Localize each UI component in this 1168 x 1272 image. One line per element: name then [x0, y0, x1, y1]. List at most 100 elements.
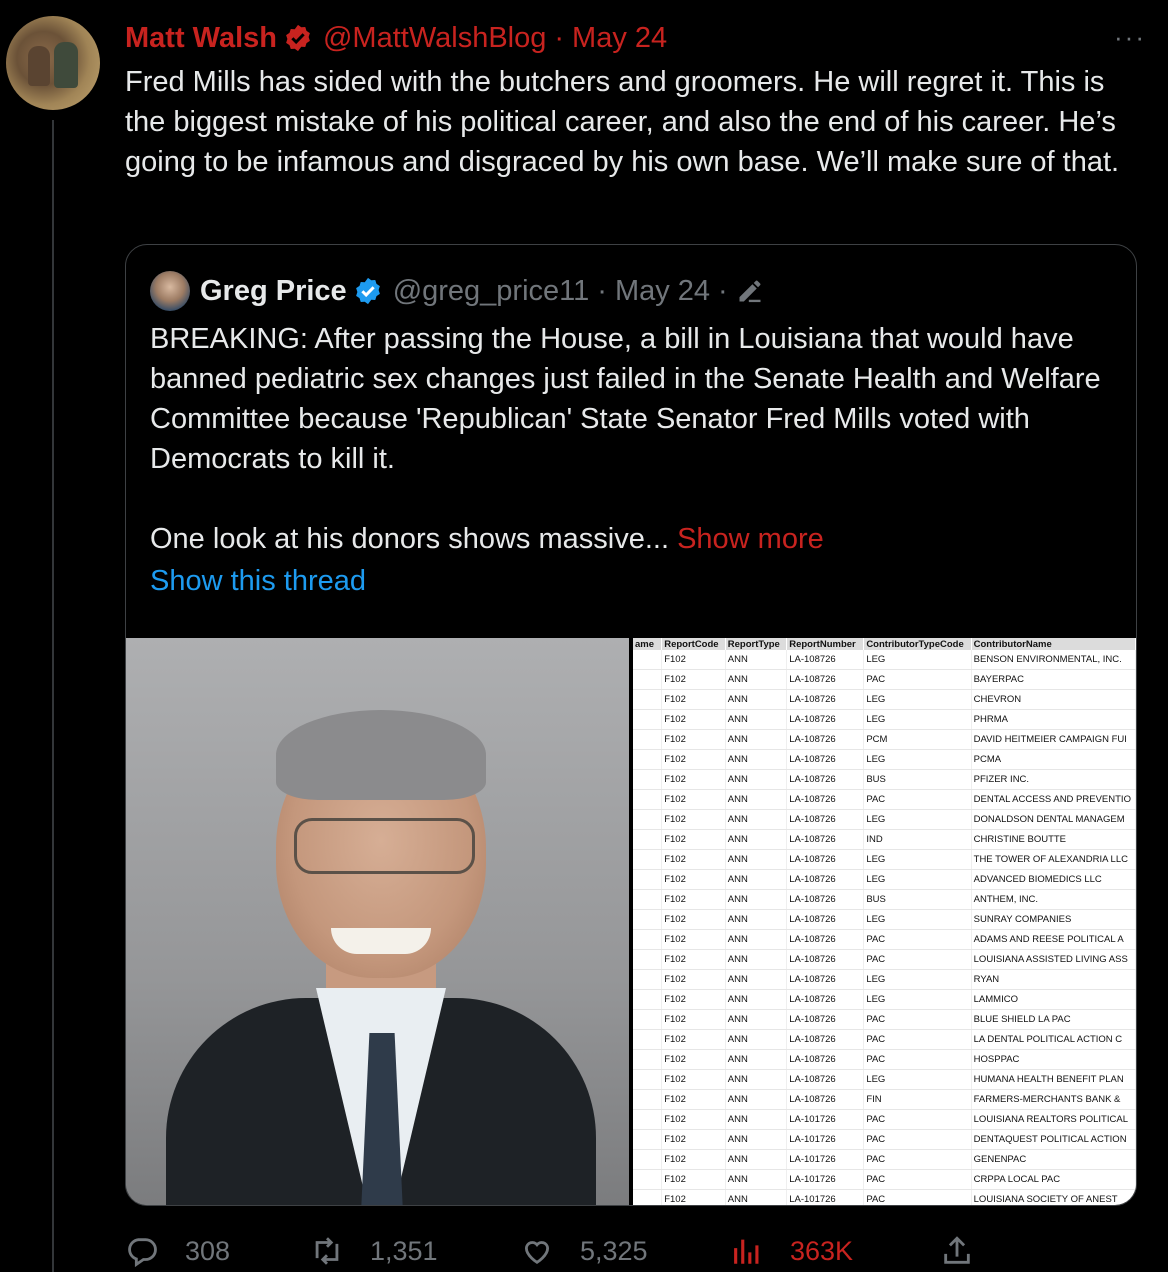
table-cell: PHRMA [971, 709, 1136, 730]
share-icon [944, 1236, 970, 1264]
table-row: F102 ANN LA-108726 PAC HOSPPAC [633, 1049, 1136, 1070]
table-row: F102 ANN LA-108726 LEG BENSON ENVIRONMENTAL,… [633, 650, 1136, 670]
table-row: F102 ANN LA-108726 PAC ADAMS AND REESE POLIT… [633, 929, 1136, 950]
reply-button[interactable]: 308 [125, 1230, 230, 1272]
table-cell [633, 989, 663, 1010]
donor-table: ame ReportCode ReportType ReportNumber Contr… [633, 638, 1136, 1205]
table-cell: IND [863, 829, 972, 850]
table-cell [633, 1169, 663, 1190]
table-cell: LA-108726 [786, 1029, 865, 1050]
table-row: F102 ANN LA-108726 LEG LAMMICO [633, 989, 1136, 1010]
table-cell: ANN [725, 749, 788, 770]
views-button[interactable]: 363K [730, 1230, 853, 1272]
table-cell [633, 1149, 663, 1170]
table-cell: ANTHEM, INC. [971, 889, 1136, 910]
table-cell: LA-108726 [786, 1069, 865, 1090]
table-cell: LEG [863, 989, 972, 1010]
table-row: F102 ANN LA-108726 LEG DONALDSON DENTAL MANA… [633, 809, 1136, 830]
author-handle[interactable]: @MattWalshBlog [323, 22, 546, 55]
table-cell: ANN [725, 889, 788, 910]
tweet-date[interactable]: May 24 [572, 22, 667, 55]
table-cell: CRPPA LOCAL PAC [971, 1169, 1136, 1190]
table-cell: F102 [661, 1189, 726, 1205]
table-row: F102 ANN LA-108726 PCM DAVID HEITMEIER CAMPA… [633, 729, 1136, 750]
table-cell [633, 1129, 663, 1150]
table-cell: ANN [725, 709, 788, 730]
table-cell: LEG [863, 869, 972, 890]
author-name[interactable]: Matt Walsh [125, 22, 277, 55]
donor-spreadsheet-image[interactable]: ame ReportCode ReportType ReportNumber Contr… [633, 638, 1136, 1205]
table-cell: LA-108726 [786, 709, 865, 730]
table-cell: FIN [863, 1089, 972, 1110]
table-cell: LA-108726 [786, 909, 865, 930]
table-cell: F102 [661, 929, 726, 950]
table-cell: LOUISIANA ASSISTED LIVING ASS [971, 949, 1136, 970]
table-cell [633, 1049, 663, 1070]
table-cell: HOSPPAC [971, 1049, 1136, 1070]
table-cell [633, 689, 663, 710]
views-icon [734, 1239, 759, 1264]
retweet-button[interactable]: 1,351 [310, 1230, 438, 1272]
table-row: F102 ANN LA-101726 PAC DENTAQUEST POLITICAL … [633, 1129, 1136, 1150]
table-cell: ANN [725, 1089, 788, 1110]
table-cell [633, 1189, 663, 1205]
table-cell [633, 1029, 663, 1050]
table-cell: F102 [661, 749, 726, 770]
table-cell: LA-108726 [786, 949, 865, 970]
table-cell [633, 829, 663, 850]
table-cell: ANN [725, 869, 788, 890]
table-cell: LA-108726 [786, 729, 865, 750]
table-cell: PFIZER INC. [971, 769, 1136, 790]
table-cell: LEG [863, 809, 972, 830]
table-cell: ANN [725, 729, 788, 750]
show-thread-link[interactable]: Show this thread [150, 565, 366, 598]
portrait-photo[interactable] [126, 638, 629, 1205]
table-row: F102 ANN LA-108726 PAC BLUE SHIELD LA PAC [633, 1009, 1136, 1030]
share-button[interactable] [940, 1230, 1000, 1272]
table-row: F102 ANN LA-101726 PAC LOUISIANA REALTORS PO… [633, 1109, 1136, 1130]
table-cell: LA-101726 [786, 1189, 865, 1205]
table-cell: CHEVRON [971, 689, 1136, 710]
table-cell: LA-108726 [786, 809, 865, 830]
table-row: F102 ANN LA-108726 BUS PFIZER INC. [633, 769, 1136, 790]
table-cell: DENTAQUEST POLITICAL ACTION [971, 1129, 1136, 1150]
table-cell: F102 [661, 1129, 726, 1150]
author-avatar[interactable] [6, 16, 100, 110]
table-cell: F102 [661, 1149, 726, 1170]
table-cell: ANN [725, 809, 788, 830]
table-cell: PAC [863, 1149, 972, 1170]
table-cell: ANN [725, 1149, 788, 1170]
table-cell [633, 769, 663, 790]
table-cell: LA-108726 [786, 989, 865, 1010]
table-cell: LA-108726 [786, 969, 865, 990]
like-button[interactable]: 5,325 [520, 1230, 648, 1272]
table-cell: LA-108726 [786, 1009, 865, 1030]
table-cell: LEG [863, 650, 972, 670]
table-row: F102 ANN LA-101726 PAC CRPPA LOCAL PAC [633, 1169, 1136, 1190]
more-icon[interactable]: ··· [1114, 22, 1146, 53]
table-header-cell: ReportType [725, 638, 788, 650]
retweet-count: 1,351 [370, 1235, 438, 1266]
table-cell [633, 809, 663, 830]
table-cell: LA-101726 [786, 1109, 865, 1130]
table-cell: FARMERS-MERCHANTS BANK & [971, 1089, 1136, 1110]
table-cell: LA-108726 [786, 789, 865, 810]
show-more-link[interactable]: Show more [677, 523, 824, 555]
table-cell: F102 [661, 709, 726, 730]
table-cell: ANN [725, 689, 788, 710]
views-count: 363K [790, 1235, 854, 1266]
table-header-row: ame ReportCode ReportType ReportNumber Contr… [633, 638, 1136, 650]
header-separator: · [554, 21, 565, 54]
table-cell: LA-108726 [786, 929, 865, 950]
table-cell: DAVID HEITMEIER CAMPAIGN FUI [971, 729, 1136, 750]
tweet-text: Fred Mills has sided with the butchers a… [125, 66, 1124, 178]
table-cell: PCM [863, 729, 972, 750]
like-icon [524, 1241, 550, 1264]
table-cell: PAC [863, 1189, 972, 1205]
tweet-header: Matt Walsh @MattWalshBlog · May 24 [125, 18, 667, 58]
quoted-tweet[interactable]: Greg Price @greg_price11 · May 24 · BREA… [125, 244, 1137, 1206]
table-cell: ANN [725, 1049, 788, 1070]
table-cell: F102 [661, 729, 726, 750]
header-separator: · [597, 274, 607, 307]
table-cell [633, 1069, 663, 1090]
